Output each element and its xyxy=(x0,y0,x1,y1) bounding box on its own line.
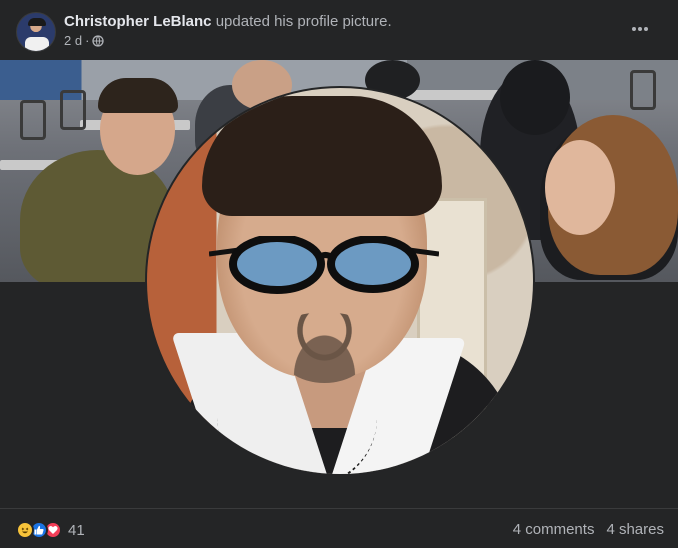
feed-post: Christopher LeBlanc updated his profile … xyxy=(0,0,678,548)
globe-icon[interactable] xyxy=(92,34,105,47)
post-meta: 2 d · xyxy=(64,33,105,48)
cover-person-hair xyxy=(98,78,178,113)
shares-count-link[interactable]: 4 shares xyxy=(606,521,664,538)
reactions-summary[interactable]: 41 xyxy=(16,521,85,539)
post-timestamp-link[interactable]: 2 d xyxy=(64,33,82,48)
avatar-hair xyxy=(28,18,46,26)
cover-person-head xyxy=(545,140,615,235)
haha-icon xyxy=(16,521,34,539)
post-footer: 41 4 comments 4 shares xyxy=(0,508,678,548)
profile-hair xyxy=(202,96,442,216)
cover-chair xyxy=(60,90,86,130)
meta-separator: · xyxy=(85,33,90,48)
reaction-count: 41 xyxy=(68,521,85,539)
more-horizontal-icon xyxy=(632,27,648,31)
profile-beard xyxy=(277,313,372,383)
author-name-link[interactable]: Christopher LeBlanc xyxy=(64,13,212,30)
author-avatar[interactable] xyxy=(16,12,56,52)
profile-picture[interactable] xyxy=(145,86,535,476)
comments-count-link[interactable]: 4 comments xyxy=(513,521,595,538)
sunglasses-icon xyxy=(209,236,439,294)
post-header: Christopher LeBlanc updated his profile … xyxy=(0,0,678,60)
profile-necklace xyxy=(217,418,377,474)
cover-chair xyxy=(20,100,46,140)
cover-person-hood xyxy=(500,60,570,135)
cover-chair xyxy=(630,70,656,110)
post-options-button[interactable] xyxy=(622,14,658,44)
post-title-line: Christopher LeBlanc updated his profile … xyxy=(64,12,392,31)
engagement-counts: 4 comments 4 shares xyxy=(513,521,664,538)
avatar-shirt xyxy=(25,37,49,51)
post-action-text: updated his profile picture. xyxy=(215,13,392,30)
